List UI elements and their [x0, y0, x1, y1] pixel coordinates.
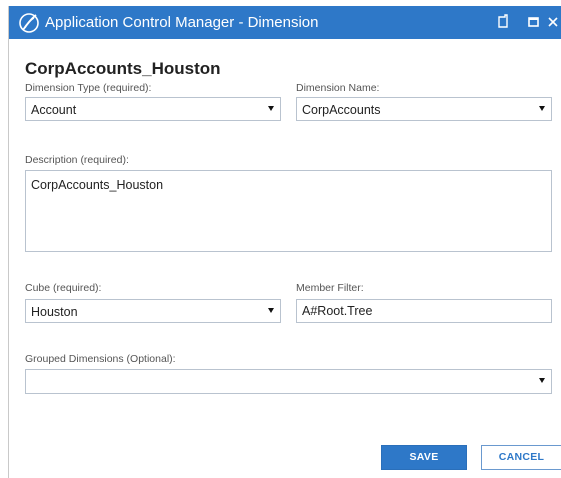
restore-icon[interactable] — [493, 12, 513, 32]
dimension-dialog: Application Control Manager - Dimension … — [8, 6, 561, 478]
grouped-dimensions-select[interactable] — [25, 369, 552, 394]
dimension-name-select[interactable]: CorpAccounts — [296, 97, 552, 121]
grouped-dimensions-label: Grouped Dimensions (Optional): — [25, 353, 176, 365]
chevron-down-icon — [268, 106, 274, 111]
chevron-down-icon — [539, 106, 545, 111]
member-filter-label: Member Filter: — [296, 282, 364, 294]
chevron-down-icon — [268, 308, 274, 313]
cube-label: Cube (required): — [25, 282, 102, 294]
window-title: Application Control Manager - Dimension — [45, 14, 319, 31]
cube-value: Houston — [31, 305, 78, 319]
dimension-name-label: Dimension Name: — [296, 82, 380, 94]
dialog-content: CorpAccounts_Houston Dimension Type (req… — [9, 39, 561, 478]
save-button[interactable]: SAVE — [381, 445, 467, 470]
description-textarea[interactable]: CorpAccounts_Houston — [25, 170, 552, 252]
chevron-down-icon — [539, 378, 545, 383]
description-label: Description (required): — [25, 154, 129, 166]
maximize-icon[interactable] — [524, 12, 544, 32]
page-title: CorpAccounts_Houston — [25, 59, 221, 78]
title-bar[interactable]: Application Control Manager - Dimension — [9, 6, 561, 39]
close-icon[interactable] — [545, 12, 561, 32]
dimension-type-select[interactable]: Account — [25, 97, 281, 121]
member-filter-input[interactable] — [296, 299, 552, 323]
cancel-button[interactable]: CANCEL — [481, 445, 561, 470]
dimension-type-label: Dimension Type (required): — [25, 82, 152, 94]
dimension-name-value: CorpAccounts — [302, 103, 381, 117]
dimension-type-value: Account — [31, 103, 77, 117]
cube-select[interactable]: Houston — [25, 299, 281, 323]
onestream-logo-icon — [19, 13, 39, 33]
